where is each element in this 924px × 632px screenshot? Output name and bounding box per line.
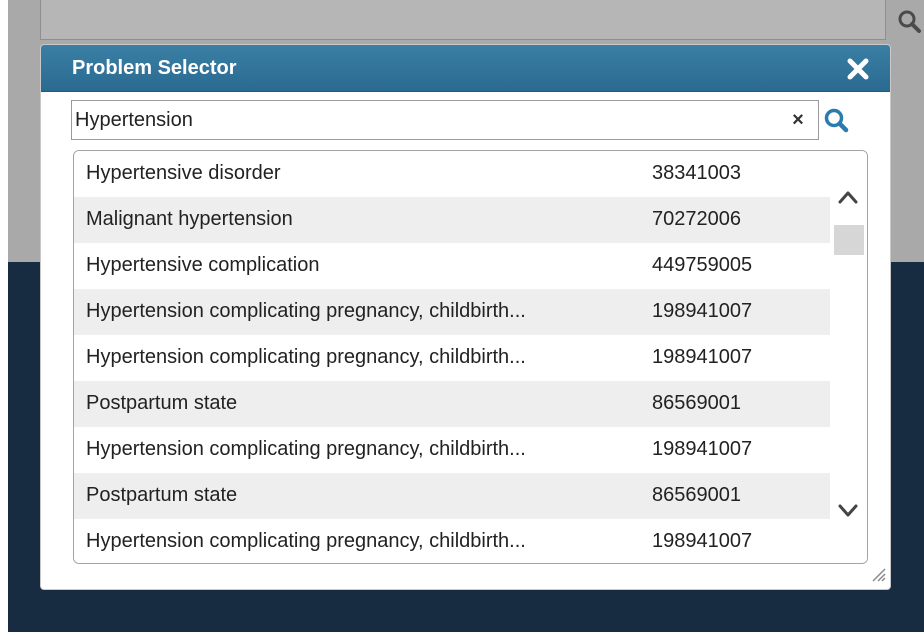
list-item[interactable]: Hypertension complicating pregnancy, chi…: [74, 289, 830, 335]
list-item[interactable]: Postpartum state 86569001: [74, 381, 830, 427]
search-input[interactable]: [72, 101, 775, 139]
problem-name: Hypertension complicating pregnancy, chi…: [86, 530, 526, 552]
resize-grip-icon[interactable]: [867, 563, 887, 583]
problem-code: 449759005: [652, 254, 753, 276]
problem-code: 198941007: [652, 530, 753, 552]
clear-search-button[interactable]: ×: [786, 107, 810, 133]
problem-name: Postpartum state: [86, 484, 238, 506]
background-search-icon[interactable]: [894, 6, 924, 36]
chevron-up-icon[interactable]: [836, 187, 860, 207]
problem-code: 198941007: [652, 346, 753, 368]
list-item[interactable]: Hypertension complicating pregnancy, chi…: [74, 427, 830, 473]
list-item[interactable]: Hypertension complicating pregnancy, chi…: [74, 335, 830, 381]
list-item[interactable]: Postpartum state 86569001: [74, 473, 830, 519]
background-input-field[interactable]: [40, 0, 886, 40]
list-item[interactable]: Hypertensive disorder 38341003: [74, 151, 830, 197]
problem-name: Malignant hypertension: [86, 208, 293, 230]
problem-name: Hypertension complicating pregnancy, chi…: [86, 346, 526, 368]
search-box: ×: [71, 100, 819, 140]
scrollbar-thumb[interactable]: [834, 225, 864, 255]
problem-name: Hypertension complicating pregnancy, chi…: [86, 300, 526, 322]
problem-name: Hypertension complicating pregnancy, chi…: [86, 438, 526, 460]
problem-code: 86569001: [652, 484, 741, 506]
list-scrollbar[interactable]: [830, 151, 867, 563]
search-icon[interactable]: [821, 105, 853, 137]
list-item[interactable]: Malignant hypertension 70272006: [74, 197, 830, 243]
problem-code: 198941007: [652, 438, 753, 460]
problem-code: 198941007: [652, 300, 753, 322]
list-item[interactable]: Hypertension complicating pregnancy, chi…: [74, 519, 830, 563]
problem-name: Hypertensive disorder: [86, 162, 281, 184]
dialog-title: Problem Selector: [72, 57, 237, 79]
results-list: Hypertensive disorder 38341003 Malignant…: [73, 150, 868, 564]
problem-code: 86569001: [652, 392, 741, 414]
problem-name: Postpartum state: [86, 392, 238, 414]
problem-code: 38341003: [652, 162, 741, 184]
problem-selector-dialog: Problem Selector × Hypertensive disorder…: [40, 44, 891, 590]
dialog-titlebar[interactable]: Problem Selector: [41, 45, 890, 92]
chevron-down-icon[interactable]: [836, 501, 860, 521]
list-item[interactable]: Hypertensive complication 449759005: [74, 243, 830, 289]
problem-code: 70272006: [652, 208, 741, 230]
problem-name: Hypertensive complication: [86, 254, 320, 276]
close-icon[interactable]: [846, 57, 870, 81]
